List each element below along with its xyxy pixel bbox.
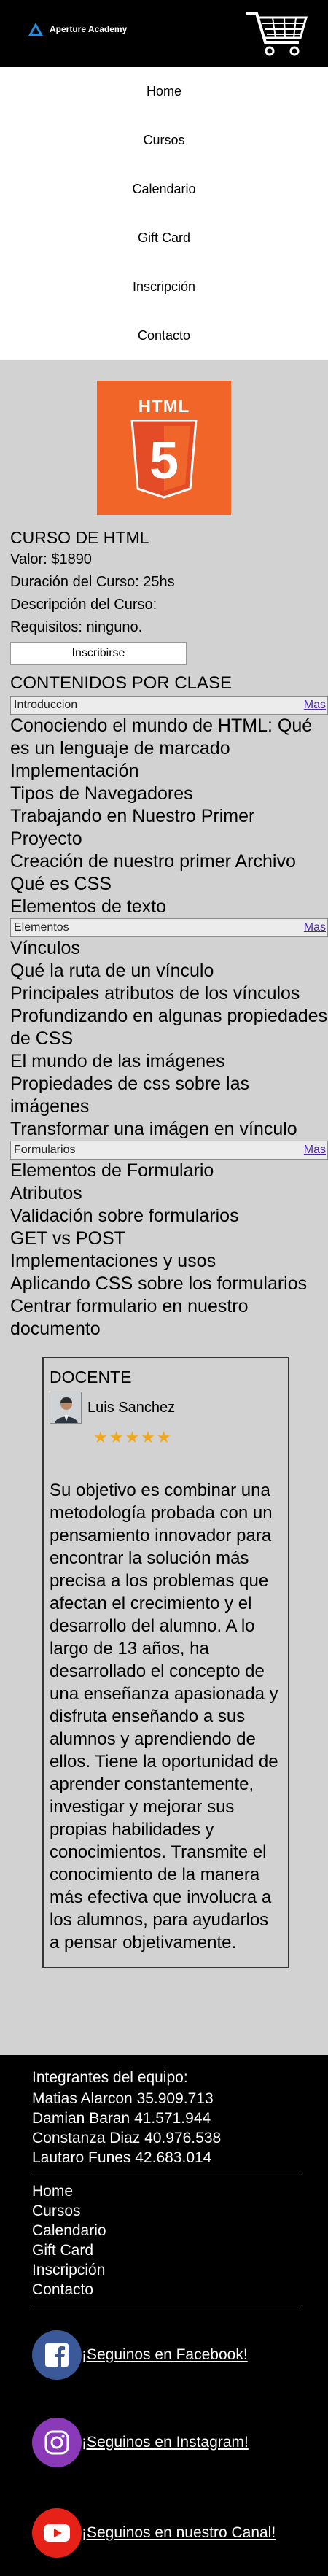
contents-title: CONTENIDOS POR CLASE xyxy=(10,673,233,693)
teacher-bio: Su objetivo es combinar una metodología … xyxy=(50,1481,278,1952)
topic-item: Tipos de Navegadores xyxy=(10,783,193,804)
module-name: Elementos xyxy=(14,921,69,934)
brand-name: Aperture Academy xyxy=(50,24,128,34)
star-rating: ★★★★★ xyxy=(93,1428,173,1446)
course-price: Valor: $1890 xyxy=(10,551,92,567)
topic-item: Conociendo el mundo de HTML: Qué es un l… xyxy=(10,715,313,759)
footer-nav-home[interactable]: Home xyxy=(32,2181,106,2201)
html5-number: 5 xyxy=(149,432,179,490)
social-youtube[interactable]: ¡Seguinos en nuestro Canal! xyxy=(32,2508,276,2558)
module-header-introduccion: Introduccion Mas xyxy=(10,696,328,715)
site-footer: Integrantes del equipo: Matias Alarcon 3… xyxy=(0,2055,328,2576)
module-header-formularios: Formularios Mas xyxy=(10,1141,328,1160)
course-image-wrap: HTML 5 xyxy=(0,360,328,515)
nav-item-contacto[interactable]: Contacto xyxy=(0,311,328,360)
social-label[interactable]: ¡Seguinos en Instagram! xyxy=(82,2434,249,2451)
team-member: Damian Baran 41.571.944 xyxy=(32,2110,211,2127)
footer-nav-calendario[interactable]: Calendario xyxy=(32,2221,106,2241)
footer-nav-contacto[interactable]: Contacto xyxy=(32,2280,106,2300)
enroll-button[interactable]: Inscribirse xyxy=(10,642,187,665)
teacher-title: DOCENTE xyxy=(50,1367,132,1386)
social-label[interactable]: ¡Seguinos en nuestro Canal! xyxy=(82,2524,276,2542)
topic-item: Principales atributos de los vínculos xyxy=(10,983,300,1004)
facebook-icon[interactable] xyxy=(32,2330,82,2380)
instagram-glyph xyxy=(44,2430,69,2455)
nav-item-cursos[interactable]: Cursos xyxy=(0,116,328,165)
module-name: Formularios xyxy=(14,1144,76,1156)
topic-item: Aplicando CSS sobre los formularios xyxy=(10,1273,308,1294)
topic-item: Validación sobre formularios xyxy=(10,1206,239,1226)
topic-item: Trabajando en Nuestro Primer Proyecto xyxy=(10,806,255,849)
module-header-elementos: Elementos Mas xyxy=(10,918,328,937)
module-name: Introduccion xyxy=(14,699,78,711)
shopping-cart-icon[interactable] xyxy=(243,4,309,61)
social-facebook[interactable]: ¡Seguinos en Facebook! xyxy=(32,2330,248,2380)
course-requirements: Requisitos: ninguno. xyxy=(10,619,143,635)
topic-item: Implementación xyxy=(10,761,139,781)
module-more-link[interactable]: Mas xyxy=(304,921,326,934)
teacher-name: Luis Sanchez xyxy=(87,1399,176,1416)
topic-item: GET vs POST xyxy=(10,1228,125,1249)
instagram-icon[interactable] xyxy=(32,2418,82,2467)
brand-logo[interactable]: Aperture Academy xyxy=(28,22,127,36)
team-member: Matias Alarcon 35.909.713 xyxy=(32,2090,214,2107)
topic-item: Qué la ruta de un vínculo xyxy=(10,961,214,981)
youtube-icon[interactable] xyxy=(32,2508,82,2558)
module-topics-elementos: Vínculos Qué la ruta de un vínculo Princ… xyxy=(0,937,328,1141)
footer-nav-inscripcion[interactable]: Inscripción xyxy=(32,2260,106,2280)
person-avatar-icon xyxy=(50,1392,81,1423)
html5-course-image: HTML 5 xyxy=(97,381,231,515)
team-member: Lautaro Funes 42.683.014 xyxy=(32,2149,212,2166)
topic-item: Elementos de Formulario xyxy=(10,1160,214,1181)
topic-item: Centrar formulario en nuestro documento xyxy=(10,1296,249,1339)
html5-image-text: HTML xyxy=(138,397,190,416)
topic-item: Transformar una imágen en vínculo xyxy=(10,1119,297,1139)
topic-item: Implementaciones y usos xyxy=(10,1251,216,1271)
topic-item: Qué es CSS xyxy=(10,874,112,894)
topic-item: Propiedades de css sobre las imágenes xyxy=(10,1074,249,1117)
topic-item: Profundizando en algunas propiedades de … xyxy=(10,1006,328,1049)
topic-item: Elementos de texto xyxy=(10,896,167,917)
course-duration: Duración del Curso: 25hs xyxy=(10,574,175,590)
main-nav: Home Cursos Calendario Gift Card Inscrip… xyxy=(0,67,328,360)
nav-item-calendario[interactable]: Calendario xyxy=(0,165,328,214)
facebook-glyph xyxy=(45,2343,69,2367)
avatar xyxy=(50,1392,82,1424)
aperture-logo-icon xyxy=(28,23,43,36)
footer-nav-gift-card[interactable]: Gift Card xyxy=(32,2241,106,2260)
course-description: Descripción del Curso: xyxy=(10,597,157,613)
topic-item: Creación de nuestro primer Archivo xyxy=(10,851,296,872)
teacher-card: DOCENTE Luis Sanchez ★★★★★ Su objetivo e… xyxy=(42,1357,289,1968)
top-bar: Aperture Academy xyxy=(0,0,328,67)
topic-item: El mundo de las imágenes xyxy=(10,1051,225,1071)
footer-nav-cursos[interactable]: Cursos xyxy=(32,2201,106,2221)
teacher-profile: Luis Sanchez xyxy=(50,1392,282,1424)
module-more-link[interactable]: Mas xyxy=(304,1144,326,1157)
nav-item-home[interactable]: Home xyxy=(0,67,328,116)
social-label[interactable]: ¡Seguinos en Facebook! xyxy=(82,2346,248,2364)
topic-item: Atributos xyxy=(10,1183,82,1203)
module-more-link[interactable]: Mas xyxy=(304,699,326,712)
course-info: CURSO DE HTML Valor: $1890 Duración del … xyxy=(0,515,328,696)
social-instagram[interactable]: ¡Seguinos en Instagram! xyxy=(32,2418,249,2467)
topic-item: Vínculos xyxy=(10,938,80,958)
team-title: Integrantes del equipo: xyxy=(32,2069,188,2086)
nav-item-inscripcion[interactable]: Inscripción xyxy=(0,263,328,311)
course-title: CURSO DE HTML xyxy=(10,528,149,547)
footer-nav: Home Cursos Calendario Gift Card Inscrip… xyxy=(32,2181,106,2300)
youtube-glyph xyxy=(44,2524,70,2542)
module-topics-formularios: Elementos de Formulario Atributos Valida… xyxy=(0,1160,328,1341)
html5-shield-icon: 5 xyxy=(130,420,198,499)
nav-item-gift-card[interactable]: Gift Card xyxy=(0,214,328,263)
team-member: Constanza Diaz 40.976.538 xyxy=(32,2130,222,2146)
team-members: Matias Alarcon 35.909.713 Damian Baran 4… xyxy=(32,2089,221,2168)
module-topics-introduccion: Conociendo el mundo de HTML: Qué es un l… xyxy=(0,715,328,918)
